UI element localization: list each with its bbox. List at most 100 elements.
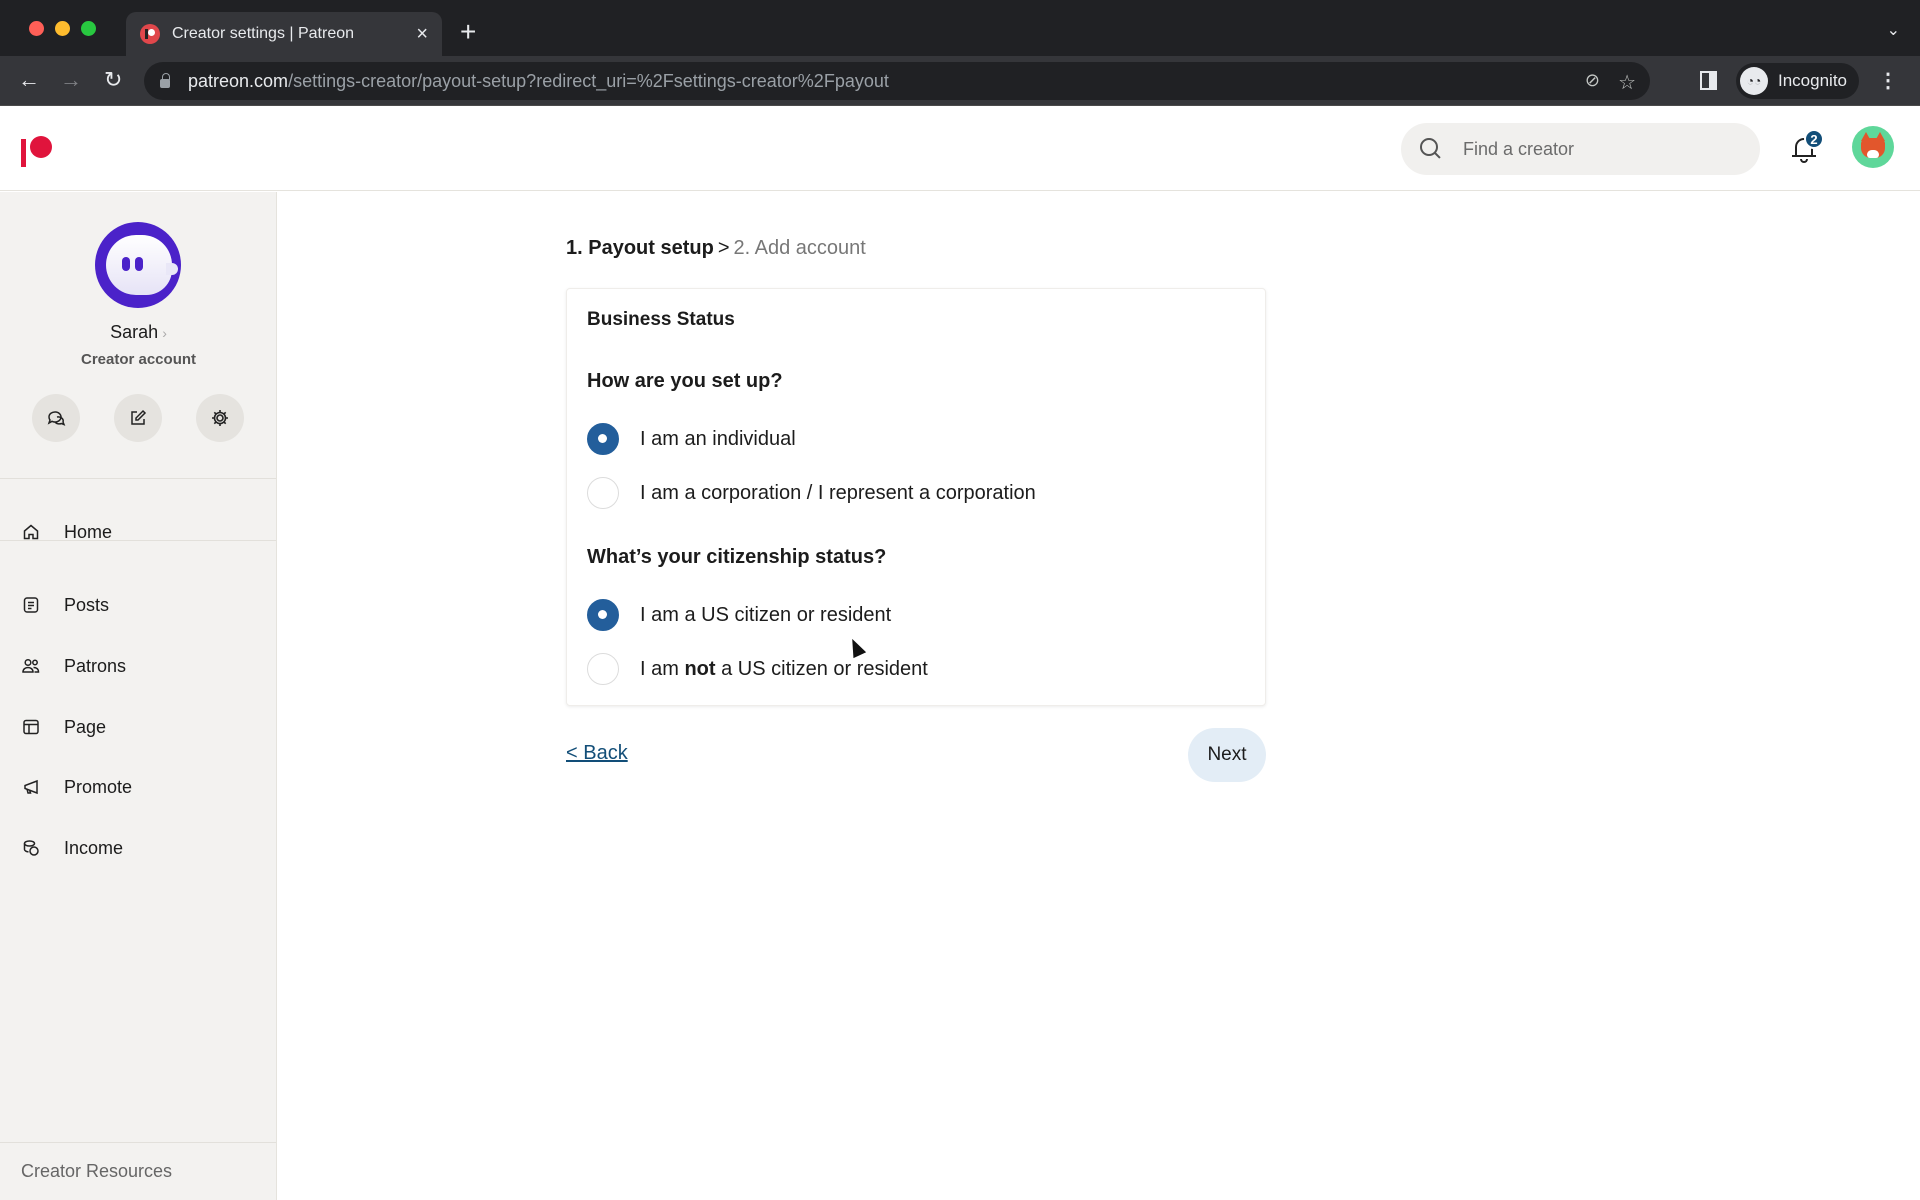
incognito-label: Incognito [1778, 71, 1847, 90]
creator-name-link[interactable]: Sarah › [0, 322, 277, 343]
radio-label: I am a US citizen or resident [640, 603, 892, 626]
reload-icon[interactable]: ↻ [104, 66, 122, 94]
radio-label-suffix: a US citizen or resident [715, 657, 928, 680]
tracking-blocked-eye-icon[interactable]: ⊘ [1585, 70, 1600, 91]
breadcrumb-step-add-account: 2. Add account [733, 237, 866, 259]
radio-label-emphasis: not [684, 657, 716, 680]
side-panel-icon[interactable] [1700, 71, 1717, 90]
settings-button[interactable] [196, 394, 244, 442]
notification-badge: 2 [1804, 129, 1824, 149]
citizenship-question: What’s your citizenship status? [587, 546, 887, 568]
user-avatar[interactable] [1852, 126, 1894, 168]
sidebar-item-posts[interactable]: Posts [0, 583, 276, 627]
breadcrumb-step-payout-setup[interactable]: 1. Payout setup [566, 237, 714, 259]
chat-bubbles-icon [47, 411, 66, 426]
sidebar-divider [0, 478, 276, 479]
sidebar-item-promote[interactable]: Promote [0, 765, 276, 809]
maximize-window-button[interactable] [81, 21, 96, 36]
url-text[interactable]: patreon.com/settings-creator/payout-setu… [188, 71, 889, 92]
sidebar-item-label: Income [64, 837, 124, 858]
sidebar-item-home[interactable]: Home [0, 510, 276, 554]
sidebar-item-patrons[interactable]: Patrons [0, 644, 276, 688]
radio-button-checked[interactable] [587, 423, 619, 455]
tab-close-icon[interactable]: × [416, 23, 428, 46]
radio-option-individual[interactable]: I am an individual [587, 422, 796, 456]
logo-dot [30, 136, 52, 158]
incognito-profile-button[interactable]: ◔◔ Incognito [1736, 63, 1859, 99]
patreon-logo[interactable] [21, 136, 55, 167]
creator-account-label: Creator account [80, 351, 197, 368]
address-bar[interactable]: patreon.com/settings-creator/payout-setu… [144, 62, 1650, 100]
gear-icon [212, 410, 228, 426]
posts-icon [23, 597, 39, 613]
home-icon [23, 524, 39, 540]
browser-menu-icon[interactable]: ⋮ [1878, 68, 1898, 93]
ghost-eye [135, 257, 143, 271]
sidebar-item-page[interactable]: Page [0, 705, 276, 749]
bell-icon-base [1792, 155, 1816, 157]
sidebar-item-label: Promote [64, 776, 133, 797]
radio-option-corporation[interactable]: I am a corporation / I represent a corpo… [587, 476, 1036, 510]
create-post-button[interactable] [114, 394, 162, 442]
patrons-icon [22, 658, 40, 673]
breadcrumb: 1. Payout setup >2. Add account [566, 237, 866, 260]
back-arrow-icon[interactable]: ← [18, 66, 40, 94]
browser-toolbar: ← → ↻ patreon.com/settings-creator/payou… [0, 56, 1920, 106]
next-button[interactable]: Next [1188, 728, 1266, 782]
site-header: 2 [0, 106, 1920, 191]
sidebar-divider [0, 1142, 276, 1143]
creator-name: Sarah [110, 322, 159, 342]
sidebar: Sarah › Creator account Home Posts Patron… [0, 192, 277, 1200]
bell-icon-clapper [1800, 159, 1808, 163]
card-title: Business Status [587, 309, 735, 330]
bookmark-star-icon[interactable]: ☆ [1618, 70, 1636, 95]
ghost-eye [122, 257, 130, 271]
chevron-right-icon: › [162, 325, 167, 341]
ghost-avatar-icon [106, 235, 178, 295]
radio-label: I am an individual [640, 427, 796, 450]
sidebar-item-label: Posts [64, 594, 110, 615]
megaphone-icon [24, 779, 38, 795]
sidebar-item-label: Page [64, 716, 107, 737]
browser-tab-strip: Creator settings | Patreon × + ⌄ [0, 0, 1920, 56]
new-tab-button[interactable]: + [460, 16, 476, 48]
logo-bar [21, 139, 26, 167]
sidebar-divider [0, 540, 276, 541]
minimize-window-button[interactable] [55, 21, 70, 36]
income-coins-icon [23, 840, 39, 856]
page-layout-icon [23, 719, 39, 735]
breadcrumb-separator: > [717, 237, 730, 259]
tab-title: Creator settings | Patreon [172, 25, 355, 42]
creator-avatar[interactable] [95, 222, 181, 308]
radio-button[interactable] [587, 477, 619, 509]
lock-icon[interactable] [160, 72, 170, 88]
url-host: patreon.com [188, 70, 289, 91]
business-status-card: Business Status How are you set up? I am… [566, 288, 1266, 706]
radio-option-not-us-citizen[interactable]: I am not a US citizen or resident [587, 652, 928, 686]
messages-button[interactable] [32, 394, 80, 442]
setup-question: How are you set up? [587, 370, 783, 392]
incognito-icon: ◔◔ [1740, 67, 1768, 95]
search-input[interactable] [1463, 138, 1723, 160]
radio-button[interactable] [587, 653, 619, 685]
search-field[interactable] [1401, 123, 1760, 175]
patreon-favicon-icon [140, 24, 160, 44]
fox-face [1867, 150, 1879, 158]
sidebar-item-income[interactable]: Income [0, 826, 276, 870]
close-window-button[interactable] [29, 21, 44, 36]
url-path: /settings-creator/payout-setup?redirect_… [288, 70, 889, 91]
forward-arrow-icon[interactable]: → [60, 66, 82, 94]
edit-icon [131, 409, 147, 425]
creator-resources-link[interactable]: Creator Resources [21, 1161, 172, 1182]
radio-label: I am not a US citizen or resident [640, 658, 928, 681]
browser-tab[interactable]: Creator settings | Patreon × [126, 12, 442, 56]
radio-button-checked[interactable] [587, 599, 619, 631]
notifications-button[interactable]: 2 [1790, 129, 1824, 167]
back-link[interactable]: < Back [566, 742, 628, 765]
radio-label: I am a corporation / I represent a corpo… [640, 481, 1036, 504]
search-icon [1419, 137, 1443, 161]
sidebar-item-label: Patrons [64, 655, 127, 676]
radio-label-prefix: I am [640, 657, 685, 680]
tab-search-chevron-icon[interactable]: ⌄ [1887, 20, 1900, 40]
radio-option-us-citizen[interactable]: I am a US citizen or resident [587, 598, 891, 632]
